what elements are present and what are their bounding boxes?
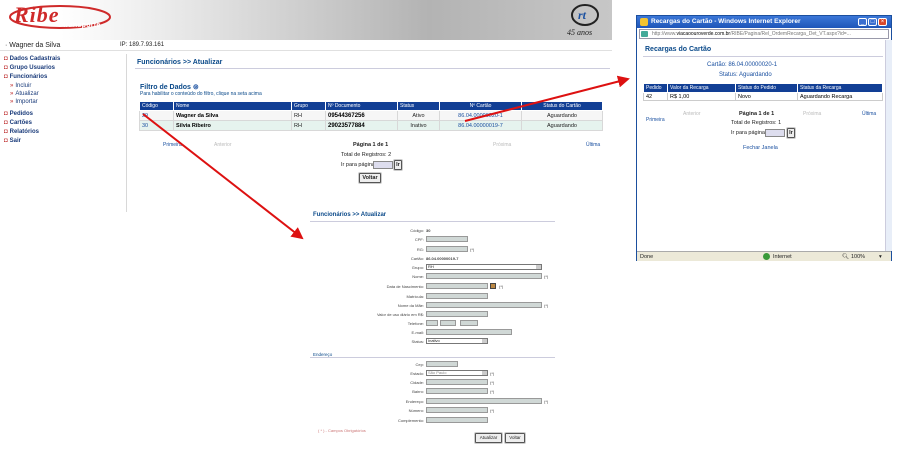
annotation-arrows [142,75,630,240]
arrow-to-popup [464,75,630,122]
arrow-to-form [142,113,304,240]
